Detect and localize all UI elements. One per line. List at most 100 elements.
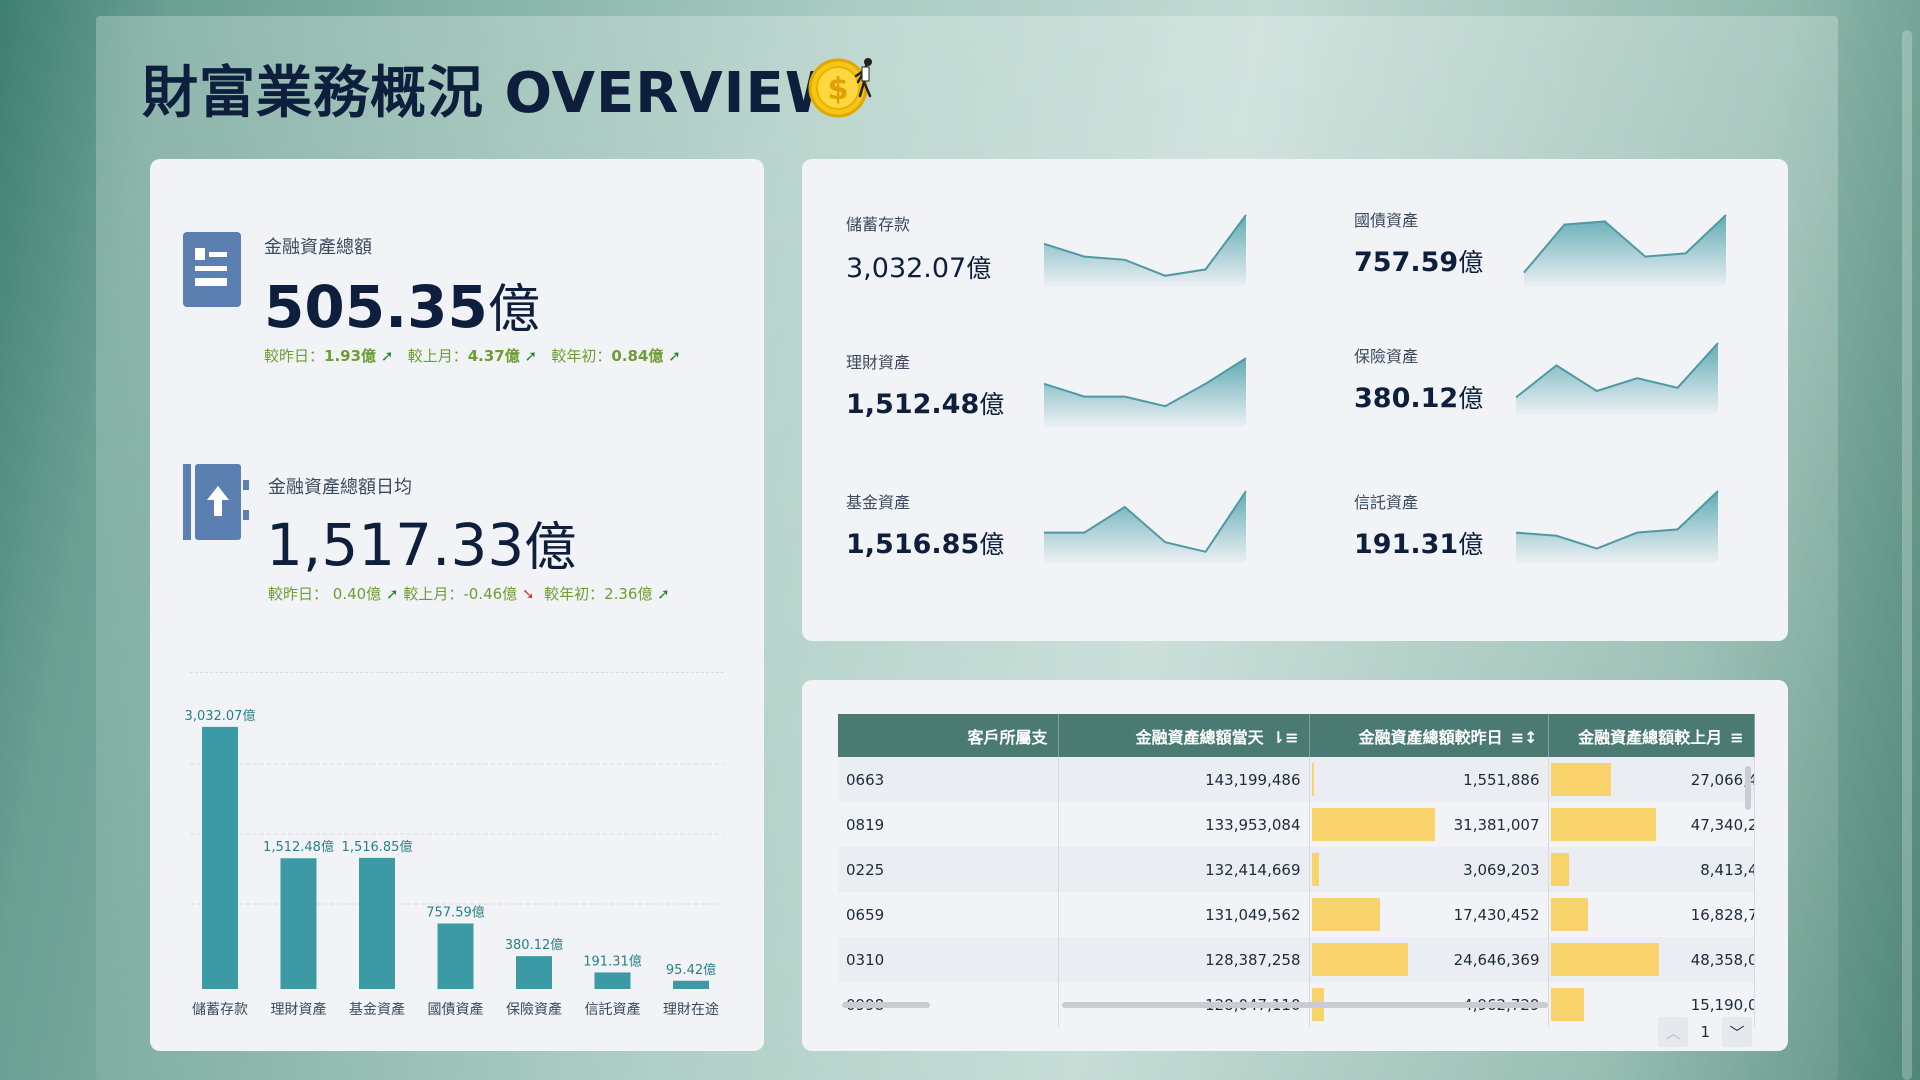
mini-kpi-label: 理財資產	[846, 353, 911, 372]
vertical-scrollbar[interactable]	[1745, 766, 1751, 810]
up-arrow-icon: ➚	[657, 585, 670, 603]
page-title: 財富業務概況 OVERVIEW	[142, 61, 848, 126]
sparkline-chart	[1043, 357, 1247, 427]
category-label: 保險資產	[506, 1001, 562, 1018]
sparkline-chart	[1523, 214, 1727, 287]
mini-kpi-label: 信託資產	[1354, 493, 1419, 512]
table-row[interactable]: 0225 132,414,669 3,069,203 8,413,4	[838, 847, 1755, 892]
col-header-vs-month[interactable]: 金融資產總額較上月 ≡	[1548, 714, 1755, 757]
total-assets-value: 505.35億	[264, 273, 540, 341]
cell-today: 128,387,258	[1058, 937, 1310, 982]
cell-branch: 0663	[838, 757, 1059, 802]
bar-理財資產[interactable]	[280, 858, 317, 989]
sparkline-area	[1524, 215, 1726, 287]
bar-儲蓄存款[interactable]	[202, 726, 238, 989]
cell-vs-month: 16,828,7	[1548, 892, 1755, 937]
up-arrow-icon: ➚	[668, 347, 681, 365]
up-arrow-icon: ➚	[380, 347, 394, 365]
cell-branch: 0819	[838, 802, 1059, 847]
cell-today: 143,199,486	[1058, 757, 1310, 802]
col-header-branch[interactable]: 客戶所屬支	[838, 714, 1059, 757]
cell-branch: 0659	[838, 892, 1059, 937]
bar-理財在途[interactable]	[673, 980, 709, 989]
cell-branch: 0225	[838, 847, 1059, 892]
cell-vs-month: 8,413,4	[1548, 847, 1755, 892]
cell-today: 131,049,562	[1058, 892, 1310, 937]
cell-today: 133,953,084	[1058, 802, 1310, 847]
coin-mascot-icon: $	[808, 58, 872, 118]
cell-vs-yesterday: 17,430,452	[1309, 892, 1549, 937]
asset-trend-card: 儲蓄存款 3,032.07億 國債資產 757.59億 理財資產 1,512.48億 保險資…	[802, 159, 1788, 641]
category-label: 基金資產	[349, 1001, 405, 1018]
table-row[interactable]: 0663 143,199,486 1,551,886 27,066,4	[838, 757, 1755, 802]
horizontal-scrollbar[interactable]	[1062, 1002, 1548, 1008]
mini-kpi-label: 儲蓄存款	[846, 215, 911, 234]
up-arrow-icon: ➚	[385, 585, 399, 603]
bar-保險資產[interactable]	[516, 956, 552, 989]
page-scrollbar[interactable]	[1902, 30, 1912, 1080]
data-bar	[1550, 808, 1657, 841]
mini-kpi-value: 380.12億	[1354, 383, 1484, 414]
bar-data-label: 1,512.48億	[263, 839, 334, 855]
data-bar	[1550, 853, 1569, 886]
bar-信託資產[interactable]	[594, 972, 631, 989]
mini-kpi-label: 保險資產	[1354, 347, 1419, 366]
bar-data-label: 3,032.07億	[185, 708, 256, 724]
section-divider	[190, 672, 724, 673]
category-label: 理財資產	[271, 1001, 327, 1018]
bar-data-label: 191.31億	[583, 953, 642, 969]
daily-avg-label: 金融資產總額日均	[268, 477, 412, 498]
daily-avg-value: 1,517.33億	[266, 511, 577, 579]
table-row[interactable]: 0659 131,049,562 17,430,452 16,828,7	[838, 892, 1755, 937]
data-bar	[1550, 988, 1584, 1021]
branch-table-card: 客戶所屬支 金融資產總額當天 ⇂≡ 金融資產總額較昨日 ≡↕ 金融資產總額較上月 ≡ …	[802, 680, 1788, 1051]
data-bar	[1550, 898, 1589, 931]
category-label: 國債資產	[428, 1001, 484, 1018]
table-row[interactable]: 0310 128,387,258 24,646,369 48,358,0	[838, 937, 1755, 982]
cell-vs-yesterday: 3,069,203	[1309, 847, 1549, 892]
total-assets-compare: 較昨日：1.93億 ➚ 較上月：4.37億 ➚ 較年初：0.84億 ➚	[264, 347, 681, 365]
daily-avg-compare: 較昨日： 0.40億 ➚ 較上月：-0.46億 ➘ 較年初：2.36億 ➚	[268, 585, 670, 603]
cell-vs-month: 27,066,4	[1548, 757, 1755, 802]
cell-branch: 0310	[838, 937, 1059, 982]
up-arrow-icon: ➚	[524, 347, 538, 365]
sort-icon[interactable]: ≡	[1730, 728, 1743, 747]
sparkline-area	[1044, 215, 1246, 287]
cell-vs-yesterday: 24,646,369	[1309, 937, 1549, 982]
sparkline-chart	[1043, 214, 1247, 287]
category-label: 信託資產	[585, 1001, 641, 1018]
sort-icon[interactable]: ⇂≡	[1272, 728, 1299, 747]
mini-kpi-value: 1,512.48億	[846, 389, 1005, 420]
bar-data-label: 757.59億	[426, 905, 485, 921]
horizontal-scrollbar[interactable]	[842, 1002, 930, 1008]
col-header-vs-yesterday[interactable]: 金融資產總額較昨日 ≡↕	[1309, 714, 1549, 757]
sparkline-area	[1044, 491, 1246, 563]
table-row[interactable]: 0819 133,953,084 31,381,007 47,340,2	[838, 802, 1755, 847]
sparkline-chart	[1515, 342, 1719, 415]
cell-vs-yesterday: 1,551,886	[1309, 757, 1549, 802]
bar-基金資產[interactable]	[359, 857, 395, 989]
asset-bar-chart: 3,032.07億儲蓄存款 1,512.48億理財資產 1,516.85億基金資產 7…	[185, 708, 724, 1018]
pagination: ︿ 1 ﹀	[1658, 1017, 1752, 1047]
bar-data-label: 380.12億	[505, 937, 564, 953]
bar-國債資產[interactable]	[437, 923, 474, 989]
sort-icon[interactable]: ≡↕	[1511, 728, 1538, 747]
sparkline-chart	[1515, 490, 1719, 563]
data-bar	[1311, 943, 1409, 976]
category-label: 理財在途	[663, 1001, 719, 1018]
upload-box-icon	[183, 464, 249, 540]
document-icon	[183, 232, 241, 307]
col-header-today[interactable]: 金融資產總額當天 ⇂≡	[1058, 714, 1310, 757]
mini-kpi-label: 基金資產	[846, 493, 911, 512]
cell-today: 132,414,669	[1058, 847, 1310, 892]
cell-vs-yesterday: 31,381,007	[1309, 802, 1549, 847]
bar-data-label: 95.42億	[666, 962, 716, 978]
data-bar	[1311, 808, 1436, 841]
data-bar	[1550, 943, 1659, 976]
next-page-button[interactable]: ﹀	[1722, 1017, 1752, 1047]
prev-page-button[interactable]: ︿	[1658, 1017, 1689, 1047]
branch-table: 客戶所屬支 金融資產總額當天 ⇂≡ 金融資產總額較昨日 ≡↕ 金融資產總額較上月 ≡ …	[838, 714, 1755, 1027]
mini-kpi-value: 191.31億	[1354, 529, 1484, 560]
data-bar	[1311, 763, 1314, 796]
data-bar	[1550, 763, 1611, 796]
